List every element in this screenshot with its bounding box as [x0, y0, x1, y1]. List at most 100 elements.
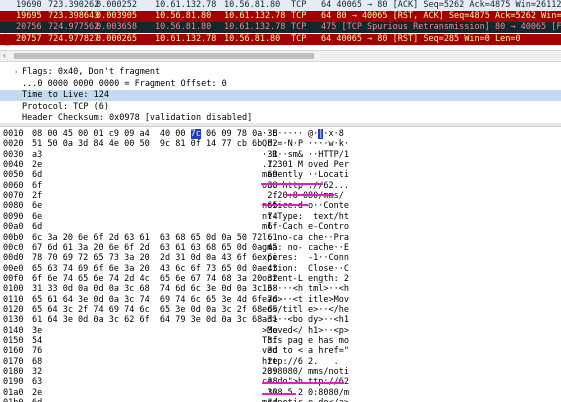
hex-row[interactable]: 0090 6e 74 nt-Type: text/ht: [0, 212, 561, 223]
packet-bytes-pane[interactable]: 0010 08 00 45 00 01 c9 09 a4 40 00 7c 06 …: [0, 128, 561, 402]
hex-bytes[interactable]: a3 31: [32, 150, 278, 161]
hex-bytes[interactable]: 3e 3e: [32, 326, 278, 337]
hex-row[interactable]: 0180 32 39 20:8080/ mms/noti: [0, 367, 561, 378]
hex-bytes[interactable]: 6f 38: [32, 181, 278, 192]
ascii-bytes[interactable]: ed</titl e>··</he: [262, 305, 349, 316]
hex-bytes[interactable]: 6f 6e 74 65 6e 74 2d 4c 65 6e 67 74 68 3…: [32, 274, 278, 285]
ascii-bytes[interactable]: ection: Close··C: [262, 264, 349, 275]
hex-bytes[interactable]: 68 2e: [32, 357, 278, 368]
hex-bytes[interactable]: 67 6d 61 3a 20 6e 6f 2d 63 61 63 68 65 0…: [32, 243, 278, 254]
hex-row[interactable]: 0140 3e 3e >Moved</ h1>··<p>: [0, 326, 561, 337]
hex-row[interactable]: 0170 68 2e http://6 2. .: [0, 357, 561, 368]
hex-bytes[interactable]: 31 33 0d 0a 0d 0a 3c 68 74 6d 6c 3e 0d 0…: [32, 284, 278, 295]
scrollbar-thumb[interactable]: [14, 53, 314, 59]
packet-list[interactable]: 19690 723.390262 0.000252 10.61.132.78 10.56…: [0, 0, 561, 49]
ascii-bytes[interactable]: l: no-ca che··Pra: [262, 233, 349, 244]
hex-bytes[interactable]: 76 3d: [32, 346, 278, 357]
hex-row[interactable]: 0070 2f 2f .20:8 080/mms/: [0, 191, 561, 202]
packet-delta: 0.000252: [96, 0, 137, 10]
hex-bytes[interactable]: 6d 69: [32, 170, 278, 181]
hex-row[interactable]: 0150 54 3f This pag e has mo: [0, 336, 561, 347]
ascii-bytes[interactable]: 20:8080/ mms/noti: [262, 367, 349, 378]
hex-bytes[interactable]: 65 64 3c 2f 74 69 74 6c 65 3e 0d 0a 3c 2…: [32, 305, 278, 316]
hex-bytes[interactable]: 6e 65: [32, 201, 278, 212]
hex-row[interactable]: 0100 31 33 0d 0a 0d 0a 3c 68 74 6d 6c 3e …: [0, 284, 561, 295]
ascii-bytes[interactable]: xpires: -1··Conn: [262, 253, 349, 264]
detail-line[interactable]: Time to Live: 124: [0, 90, 561, 101]
packet-details-pane[interactable]: › Flags: 0x40, Don't fragment ...0 0000 00…: [0, 63, 561, 123]
hex-row[interactable]: 0050 6d 69 manently ··Locati: [0, 170, 561, 181]
detail-line[interactable]: › Flags: 0x40, Don't fragment: [0, 67, 561, 78]
hex-bytes[interactable]: 08 00 45 00 01 c9 09 a4 40 00 7c 06 09 7…: [32, 129, 278, 140]
expand-chevron-icon[interactable]: ›: [14, 67, 18, 78]
hex-row[interactable]: 0130 61 64 3e 0d 0a 3c 62 6f 64 79 3e 0d …: [0, 315, 561, 326]
hex-row[interactable]: 0160 76 3d ved to < a href=": [0, 346, 561, 357]
annotation-underline: [262, 393, 296, 395]
packet-row[interactable]: 19690 723.390262 0.000252 10.61.132.78 10.56…: [0, 0, 561, 11]
scroll-left-arrow-icon[interactable]: ‹: [2, 51, 7, 61]
hex-bytes[interactable]: 6e 74: [32, 212, 278, 223]
hex-bytes[interactable]: 2f 2f: [32, 191, 278, 202]
pane-splitter[interactable]: [0, 123, 561, 127]
hex-row[interactable]: 01b0 6d 3dms/notic e.do</a>: [0, 398, 561, 402]
detail-line[interactable]: Protocol: TCP (6): [0, 102, 561, 113]
ascii-bytes[interactable]: 13····<h tml>··<h: [262, 284, 349, 295]
ascii-bytes[interactable]: ms/notic e.do</a>: [262, 398, 349, 402]
ascii-bytes[interactable]: .20:8 080/mms/: [262, 191, 344, 202]
hex-row[interactable]: 0120 65 64 3c 2f 74 69 74 6c 65 3e 0d 0a …: [0, 305, 561, 316]
hex-row[interactable]: 0080 6e 65 notice.d o··Conte: [0, 201, 561, 212]
packet-row[interactable]: 20757 724.977827 0.000265 10.61.132.78 10.56…: [0, 34, 561, 45]
hex-bytes[interactable]: 65 61 64 3e 0d 0a 3c 74 69 74 6c 65 3e 4…: [32, 295, 278, 306]
ascii-bytes[interactable]: manently ··Locati: [262, 170, 349, 181]
hex-bytes[interactable]: 51 50 0a 3d 84 4e 00 50 9c 81 0f 14 77 c…: [32, 139, 278, 150]
hex-row[interactable]: 0040 2e 72.1 301 M oved Per: [0, 160, 561, 171]
hex-bytes[interactable]: 65 63 74 69 6f 6e 3a 20 43 6c 6f 73 65 0…: [32, 264, 278, 275]
hex-bytes[interactable]: 32 39: [32, 367, 278, 378]
ascii-bytes[interactable]: .1 301 M oved Per: [262, 160, 349, 171]
ascii-bytes[interactable]: QP·=·N·P ····w·k·: [262, 139, 349, 150]
ascii-bytes[interactable]: ··R··sm& ··HTTP/1: [262, 150, 349, 161]
hex-bytes[interactable]: 61 64 3e 0d 0a 3c 62 6f 64 79 3e 0d 0a 3…: [32, 315, 278, 326]
hex-row[interactable]: 0010 08 00 45 00 01 c9 09 a4 40 00 7c 06 …: [0, 129, 561, 140]
hex-bytes[interactable]: 6d 3d: [32, 398, 278, 402]
packet-list-scrollbar[interactable]: ‹: [0, 50, 561, 62]
ascii-bytes[interactable]: ml··Cach e-Contro: [262, 222, 349, 233]
ascii-bytes[interactable]: This pag e has mo: [262, 336, 349, 347]
detail-line[interactable]: Header Checksum: 0x0978 [validation disa…: [0, 113, 561, 123]
hex-row[interactable]: 0020 51 50 0a 3d 84 4e 00 50 9c 81 0f 14 …: [0, 139, 561, 150]
hex-bytes[interactable]: 2e 72: [32, 160, 278, 171]
hex-bytes[interactable]: 6d 6f: [32, 222, 278, 233]
selected-hex-byte[interactable]: 7c: [190, 129, 201, 139]
hex-bytes[interactable]: 6c 3a 20 6e 6f 2d 63 61 63 68 65 0d 0a 5…: [32, 233, 278, 244]
ascii-bytes[interactable]: http://6 2. .: [262, 357, 349, 368]
ascii-bytes[interactable]: >Moved</ h1>··<p>: [262, 326, 349, 337]
hex-offset: 0030: [3, 149, 24, 160]
hex-row[interactable]: 00a0 6d 6f ml··Cach e-Contro: [0, 222, 561, 233]
hex-bytes[interactable]: 63 38: [32, 377, 278, 388]
ascii-bytes[interactable]: ved to < a href=": [262, 346, 349, 357]
hex-bytes[interactable]: 2e 32: [32, 388, 278, 399]
packet-destination: 10.61.132.78: [224, 22, 286, 32]
ascii-bytes[interactable]: ad>··<bo dy>··<h1: [262, 315, 349, 326]
ascii-bytes[interactable]: nt-Type: text/ht: [262, 212, 349, 223]
hex-row[interactable]: 0110 65 61 64 3e 0d 0a 3c 74 69 74 6c 65 …: [0, 295, 561, 306]
hex-row[interactable]: 00b0 6c 3a 20 6e 6f 2d 63 61 63 68 65 0d …: [0, 233, 561, 244]
ascii-bytes[interactable]: notice.d o··Conte: [262, 201, 349, 212]
packet-row[interactable]: 20756 724.977562 0.003658 10.56.81.80 10.61.…: [0, 22, 561, 33]
hex-row[interactable]: 00c0 67 6d 61 3a 20 6e 6f 2d 63 61 63 68 …: [0, 243, 561, 254]
hex-bytes[interactable]: 54 3f: [32, 336, 278, 347]
hex-row[interactable]: 0030 a3 31 ··R··sm& ··HTTP/1: [0, 150, 561, 161]
hex-row[interactable]: 00d0 78 70 69 72 65 73 3a 20 2d 31 0d 0a …: [0, 253, 561, 264]
ascii-bytes[interactable]: ontent-L ength: 2: [262, 274, 349, 285]
hex-row[interactable]: 00e0 65 63 74 69 6f 6e 3a 20 43 6c 6f 73 …: [0, 264, 561, 275]
hex-bytes[interactable]: 78 70 69 72 65 73 3a 20 2d 31 0d 0a 43 6…: [32, 253, 278, 264]
packet-row[interactable]: 19695 723.398643 0.003905 10.56.81.80 10.61.…: [0, 11, 561, 22]
selected-ascii-char[interactable]: |: [318, 129, 324, 139]
packet-time: 724.977562: [48, 22, 100, 32]
packet-source: 10.56.81.80: [155, 11, 212, 21]
detail-line[interactable]: ...0 0000 0000 0000 = Fragment Offset: 0: [0, 79, 561, 90]
ascii-bytes[interactable]: ··E····· @·|·x·8: [262, 129, 344, 140]
hex-row[interactable]: 00f0 6f 6e 74 65 6e 74 2d 4c 65 6e 67 74 …: [0, 274, 561, 285]
ascii-bytes[interactable]: gma: no- cache··E: [262, 243, 349, 254]
ascii-bytes[interactable]: ead>··<t itle>Mov: [262, 295, 349, 306]
